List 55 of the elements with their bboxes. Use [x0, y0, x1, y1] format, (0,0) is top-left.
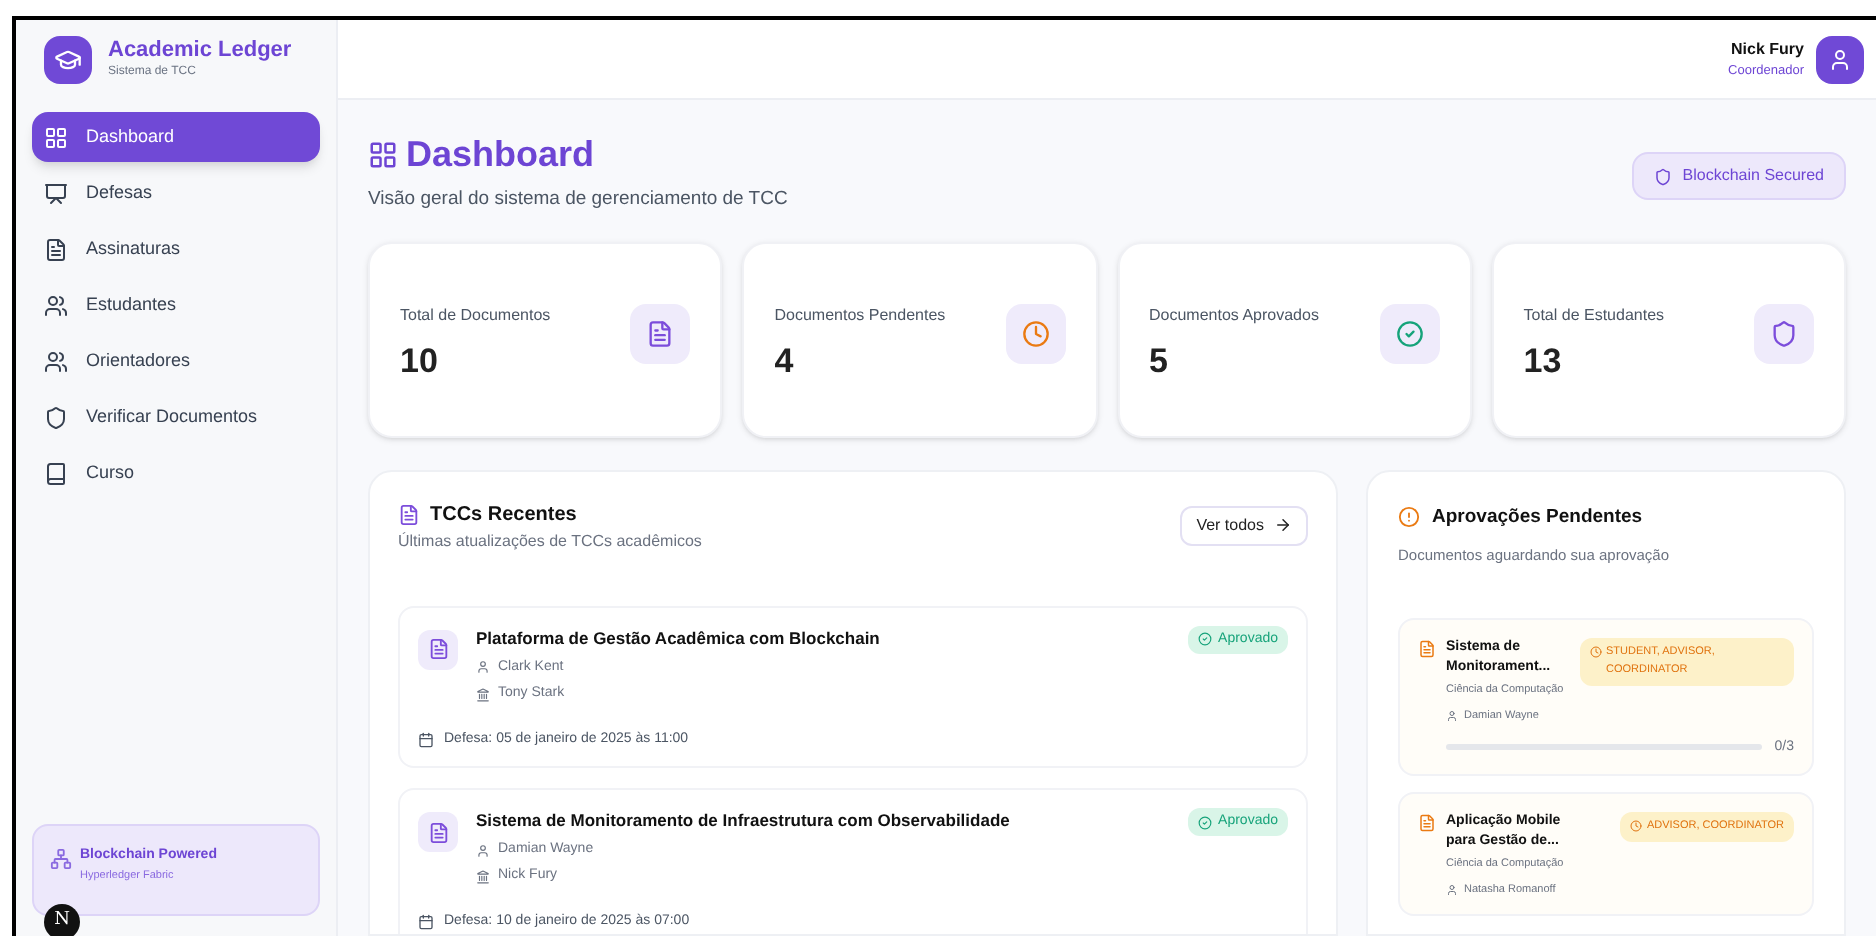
user-avatar[interactable] [1816, 35, 1864, 83]
tcc-title: Plataforma de Gestão Acadêmica com Blockchain [476, 625, 882, 651]
person-icon [476, 843, 490, 857]
calendar-icon [418, 731, 434, 748]
network-icon [50, 848, 72, 870]
stat-value: 5 [1149, 339, 1170, 384]
panel-title: Aprovações Pendentes [1432, 503, 1643, 532]
stat-label: Total de Documentos [400, 303, 551, 328]
document-icon [44, 237, 68, 261]
presentation-icon [44, 181, 68, 205]
stat-value: 4 [774, 339, 796, 384]
grid-icon [368, 139, 398, 170]
calendar-icon [418, 914, 434, 930]
nav-item[interactable]: Dashboard [32, 112, 320, 162]
view-all-button[interactable]: Ver todos [1180, 505, 1308, 546]
document-icon [418, 812, 458, 852]
nav-item[interactable]: Assinaturas [32, 224, 320, 274]
document-icon [418, 629, 458, 670]
page-subtitle: Visão geral do sistema de gerenciamento de TCC [368, 185, 788, 213]
document-icon [630, 303, 691, 364]
nav-item[interactable]: Estudantes [32, 280, 320, 330]
graduation-cap-icon [44, 36, 92, 84]
person-icon [476, 660, 490, 675]
document-icon [398, 503, 420, 526]
shield-icon [1754, 303, 1814, 364]
document-icon [1418, 640, 1436, 659]
page-title: Dashboard [406, 132, 595, 177]
nav-item[interactable]: Curso [32, 448, 320, 498]
tcc-title: Sistema de Monitoramento de Infraestrutura com Observabilidade [476, 808, 1012, 834]
stat-label: Documentos Pendentes [774, 303, 946, 328]
clock-icon [1005, 303, 1065, 364]
person-icon [1446, 884, 1458, 897]
secured-badge: Blockchain Secured [1632, 152, 1846, 200]
stat-value: 13 [1523, 339, 1564, 384]
nav-item[interactable]: Verificar Documentos [32, 392, 320, 442]
document-icon [1418, 814, 1436, 832]
book-icon [44, 461, 68, 485]
alert-icon [1398, 506, 1420, 529]
panel-title: TCCs Recentes [430, 501, 577, 530]
stat-value: 10 [400, 339, 440, 384]
panel-subtitle: Últimas atualizações de TCCs acadêmicos [398, 529, 702, 554]
nav-item[interactable]: Defesas [32, 168, 320, 218]
nav-item[interactable]: Orientadores [32, 336, 320, 386]
user-name: Nick Fury [1731, 37, 1804, 62]
stat-label: Documentos Aprovados [1149, 303, 1319, 328]
grid-icon [44, 125, 68, 149]
users-icon [44, 349, 68, 373]
app-title: Academic Ledger [108, 37, 292, 65]
arrow-right-icon [1274, 516, 1292, 535]
building-icon [476, 870, 490, 884]
shield-icon [44, 405, 68, 429]
building-icon [476, 687, 490, 702]
users-icon [44, 293, 68, 317]
person-icon [1446, 710, 1458, 723]
stat-label: Total de Estudantes [1523, 303, 1665, 328]
